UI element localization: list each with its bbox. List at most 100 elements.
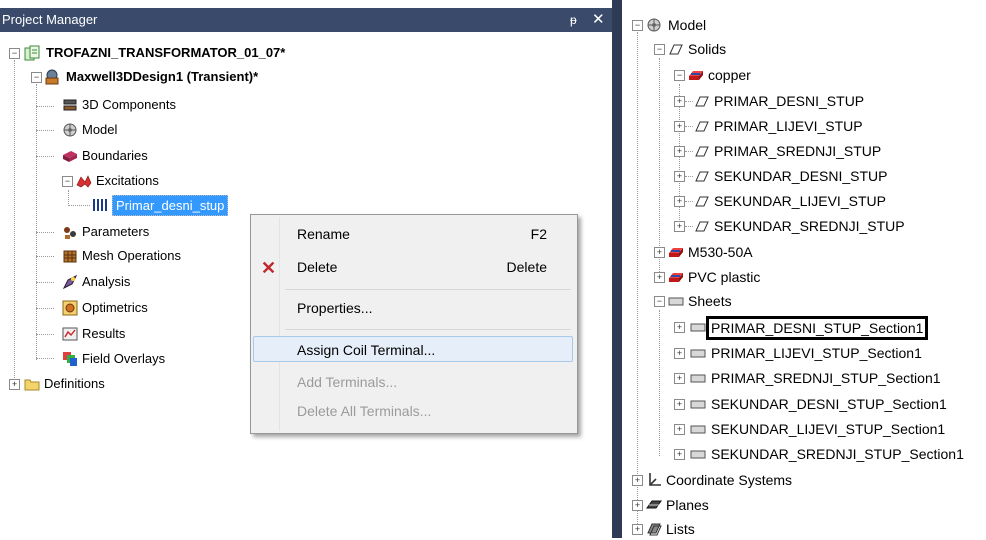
menu-item-add-terminals[interactable]: Add Terminals... [253,369,573,395]
lists-icon [647,523,662,536]
sheet-icon [690,425,706,434]
tree-item-sheet[interactable]: + SEKUNDAR_LIJEVI_STUP_Section1 [622,418,986,440]
optimetrics-icon [62,300,78,316]
tree-item-sheet[interactable]: + PRIMAR_LIJEVI_STUP_Section1 [622,342,982,364]
expand-icon[interactable]: + [9,379,20,390]
tree-item-solid[interactable]: + SEKUNDAR_LIJEVI_STUP [622,190,982,212]
solid-icon [669,44,683,55]
menu-item-delete[interactable]: ✕ Delete Delete [253,254,573,280]
collapse-icon[interactable]: − [654,296,665,307]
tree-item-sheet[interactable]: + SEKUNDAR_DESNI_STUP_Section1 [622,393,986,415]
expand-icon[interactable]: + [674,121,685,132]
coil-terminal-icon [93,199,107,211]
tree-item-boundaries[interactable]: Boundaries [0,145,300,167]
tree-item-results[interactable]: Results [0,323,250,345]
expand-icon[interactable]: + [674,221,685,232]
tree-item-solid[interactable]: + PRIMAR_DESNI_STUP [622,90,982,112]
tree-label: Planes [666,497,709,513]
panel-splitter[interactable] [612,0,622,538]
expand-icon[interactable]: + [674,322,685,333]
tree-item-pvc[interactable]: + PVC plastic [622,266,982,288]
tree-item-sheets[interactable]: − Sheets [622,290,982,312]
solid-icon [695,121,709,132]
tree-item-model[interactable]: Model [0,119,300,141]
model-tree-panel: − Model − Solids − copper + PRIMAR_DESNI… [622,0,986,538]
field-overlays-icon [63,352,77,366]
tree-item-design[interactable]: − Maxwell3DDesign1 (Transient)* [0,66,400,88]
expand-icon[interactable]: + [674,424,685,435]
results-icon [62,327,78,341]
tree-item-sheet[interactable]: + PRIMAR_SREDNJI_STUP_Section1 [622,367,982,389]
tree-label: SEKUNDAR_SREDNJI_STUP [714,218,905,234]
tree-item-copper[interactable]: − copper [622,64,982,86]
tree-item-solid[interactable]: + SEKUNDAR_DESNI_STUP [622,165,982,187]
tree-item-lists[interactable]: + Lists [622,518,982,540]
tree-item-m530[interactable]: + M530-50A [622,241,982,263]
tree-item-3d-components[interactable]: 3D Components [0,94,300,116]
tree-item-solids[interactable]: − Solids [622,38,982,60]
tree-item-solid[interactable]: + PRIMAR_LIJEVI_STUP [622,115,982,137]
tree-item-sheet[interactable]: + PRIMAR_DESNI_STUP_Section1 [622,316,982,340]
expand-icon[interactable]: + [654,247,665,258]
project-manager-panel: Project Manager ᵽ ✕ − TROFAZNI_TRANSFORM… [0,0,612,538]
solid-icon [695,196,709,207]
collapse-icon[interactable]: − [31,72,42,83]
expand-icon[interactable]: + [674,171,685,182]
sheet-icon [690,400,706,409]
tree-label: PRIMAR_SREDNJI_STUP [714,143,882,159]
tree-item-coordinate-systems[interactable]: + Coordinate Systems [622,469,982,491]
components-icon [63,99,77,111]
tree-item-analysis[interactable]: Analysis [0,271,250,293]
collapse-icon[interactable]: − [674,70,685,81]
menu-label: Rename [297,226,350,242]
menu-item-properties[interactable]: Properties... [253,295,573,321]
expand-icon[interactable]: + [632,475,643,486]
material-icon [669,273,683,282]
tree-item-planes[interactable]: + Planes [622,494,982,516]
expand-icon[interactable]: + [674,196,685,207]
expand-icon[interactable]: + [674,96,685,107]
tree-item-project[interactable]: − TROFAZNI_TRANSFORMATOR_01_07* [0,42,400,64]
collapse-icon[interactable]: − [62,176,73,187]
tree-label: Lists [666,521,695,537]
expand-icon[interactable]: + [632,500,643,511]
collapse-icon[interactable]: − [654,44,665,55]
tree-line [685,201,693,202]
planes-icon [646,500,662,509]
maxwell-design-icon [45,69,59,85]
expand-icon[interactable]: + [654,272,665,283]
tree-item-solid[interactable]: + SEKUNDAR_SREDNJI_STUP [622,215,982,237]
project-icon [24,45,40,61]
menu-item-assign-coil-terminal[interactable]: Assign Coil Terminal... [253,336,573,362]
model-icon [63,123,77,137]
tree-item-solid[interactable]: + PRIMAR_SREDNJI_STUP [622,140,982,162]
expand-icon[interactable]: + [632,524,643,535]
expand-icon[interactable]: + [674,348,685,359]
close-icon[interactable]: ✕ [592,8,605,32]
tree-item-primar-desni-stup[interactable]: Primar_desni_stup [0,194,300,216]
menu-item-delete-all-terminals[interactable]: Delete All Terminals... [253,398,573,424]
analysis-icon [62,274,78,290]
collapse-icon[interactable]: − [9,48,20,59]
collapse-icon[interactable]: − [632,20,643,31]
tree-label: copper [708,67,751,83]
tree-item-optimetrics[interactable]: Optimetrics [0,297,250,319]
tree-item-definitions[interactable]: + Definitions [0,373,250,395]
expand-icon[interactable]: + [674,449,685,460]
tree-label: PRIMAR_SREDNJI_STUP_Section1 [711,370,941,386]
pin-icon[interactable]: ᵽ [570,8,577,32]
tree-item-sheet[interactable]: + SEKUNDAR_SREDNJI_STUP_Section1 [622,443,986,465]
tree-item-mesh-operations[interactable]: Mesh Operations [0,245,250,267]
tree-item-model-root[interactable]: − Model [622,14,982,36]
menu-item-rename[interactable]: Rename F2 [253,221,573,247]
tree-label: PRIMAR_LIJEVI_STUP [714,118,863,134]
expand-icon[interactable]: + [674,373,685,384]
expand-icon[interactable]: + [674,399,685,410]
solid-icon [695,221,709,232]
tree-item-field-overlays[interactable]: Field Overlays [0,348,250,370]
tree-item-parameters[interactable]: Parameters [0,221,250,243]
tree-label: Field Overlays [82,351,166,366]
sheet-icon [690,450,706,459]
expand-icon[interactable]: + [674,146,685,157]
tree-item-excitations[interactable]: − Excitations [0,170,300,192]
